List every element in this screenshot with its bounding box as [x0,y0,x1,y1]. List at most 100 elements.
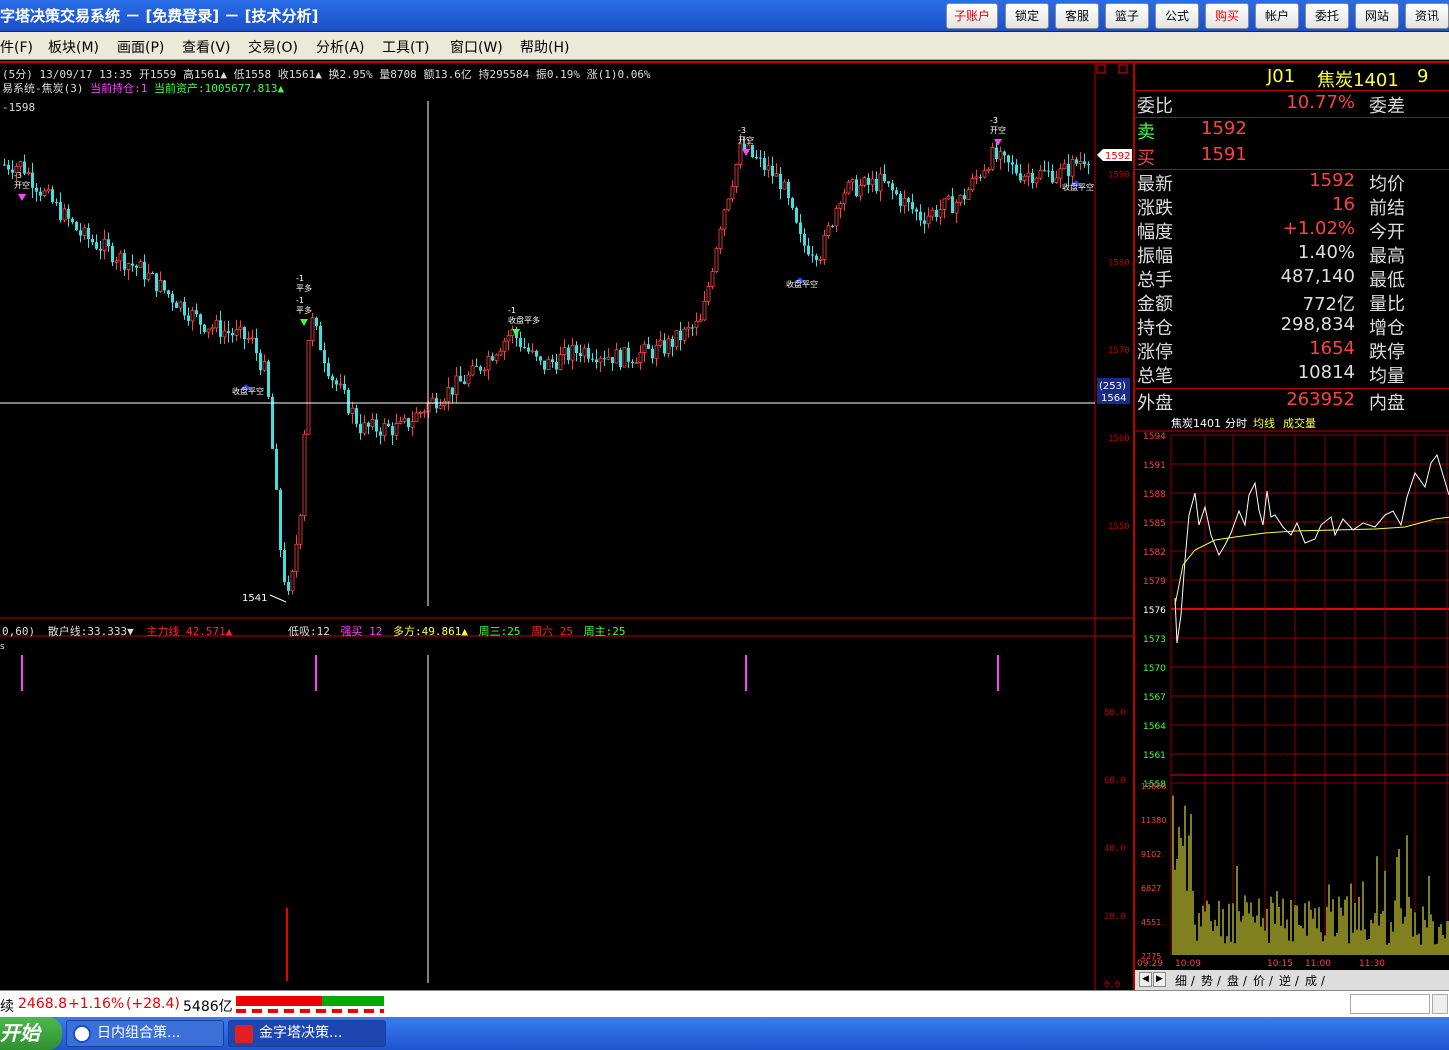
mini-tab-2[interactable]: 盘 / [1227,972,1247,989]
candle-body [1075,159,1078,164]
menu-item-7[interactable]: 窗口(W) [450,37,503,57]
ind-wed: 周三:25 [478,625,521,638]
mini-tab-4[interactable]: 逆 / [1279,972,1299,989]
ind-retail: 散户线:33.333▼ [47,625,134,638]
kline-chart[interactable]: 15901580157015601550(253)156415921541-3开… [0,63,1133,990]
candle-body [46,188,51,192]
quote-row-label-right: 均价 [1369,174,1405,195]
quote-row-label-right: 均量 [1369,366,1405,387]
candle-body [963,195,966,200]
toolbar-button-5[interactable]: 购买 [1205,3,1249,29]
toolbar-button-8[interactable]: 网站 [1355,3,1399,29]
menu-item-6[interactable]: 工具(T) [382,37,429,57]
toolbar-button-6[interactable]: 帐户 [1255,3,1299,29]
quote-row-label: 总笔 [1137,366,1173,387]
candle-body [834,207,839,227]
menu-item-8[interactable]: 帮助(H) [520,37,569,57]
toolbar-button-9[interactable]: 资讯 [1405,3,1449,29]
quote-row-label: 外盘 [1137,393,1173,414]
candle-body [1015,164,1018,174]
candle-body [1054,177,1059,183]
toolbar-button-7[interactable]: 委托 [1305,3,1349,29]
ind-fri: 周六 25 [531,625,573,638]
candle-body [642,343,647,353]
candle-body [1043,170,1046,172]
mini-tab-1[interactable]: 势 / [1201,972,1221,989]
candle-body [998,151,1003,160]
toolbar-button-2[interactable]: 客服 [1055,3,1099,29]
restore-icon [1118,64,1128,74]
quote-row-value: 1592 [1309,170,1355,191]
scroll-left-icon[interactable]: ◀ [1139,972,1152,987]
menu-item-5[interactable]: 分析(A) [316,37,365,57]
candle-body [990,147,995,170]
quote-row-value: 16 [1332,194,1355,215]
price-axis-label: 1570 [1108,346,1130,356]
mini-tab-3[interactable]: 价 / [1253,972,1273,989]
candle-body [246,337,251,340]
start-button[interactable]: 开始 [0,1017,62,1050]
candle-body [686,327,691,330]
menu-item-2[interactable]: 画面(P) [117,37,164,57]
price-axis-label: 1580 [1108,258,1130,268]
signal-qty: -1 [296,274,304,283]
candle-body [55,202,58,204]
indicator-corner: s [0,642,5,652]
toolbar-button-0[interactable]: 子账户 [946,3,998,29]
system-info-line: 易系统-焦炭(3) 当前持仓:1 当前资产:1005677.813▲ [2,80,284,96]
candle-body [631,361,634,363]
toolbar-button-1[interactable]: 锁定 [1005,3,1049,29]
mini-price-tick: 1576 [1143,606,1166,616]
index-value: 2468.8 [18,996,67,1012]
kline-chart-panel[interactable]: 1590 1580 1570 1560 1550 (253) 1564 1592 1541 -3 开… [0,61,1133,990]
contract-name: 焦炭1401 [1317,70,1399,91]
candle-body [382,423,387,437]
mini-price-tick: 1564 [1143,722,1166,732]
menu-item-1[interactable]: 板块(M) [48,37,99,57]
task-item-strategy[interactable]: 日内组合策... [66,1020,224,1047]
candle-body [271,396,274,449]
quote-row-value: +1.02% [1282,218,1355,239]
candle-body [262,361,267,371]
position-label: 当前持仓:1 [90,82,148,95]
candle-body [791,198,794,208]
intraday-chart[interactable]: 焦炭1401 分时 均线 成交量 1594 1591 1588 1585 1582 1579 157… [1135,415,1449,970]
quote-row-label: 最新 [1137,174,1173,195]
ratio-dash [236,1009,384,1013]
mini-tab-0[interactable]: 细 / [1175,972,1195,989]
candle-body [555,362,558,370]
signal-label: 收盘平多 [508,315,540,325]
candle-body [259,353,262,371]
mini-tab-5[interactable]: 成 / [1305,972,1325,989]
candle-body [143,261,146,280]
candle-body [111,245,114,263]
toolbar-button-4[interactable]: 公式 [1155,3,1199,29]
quote-row-label: 持仓 [1137,318,1173,339]
app-s-icon [73,1025,91,1043]
task-item-pyramid[interactable]: 金字塔决策... [228,1020,386,1047]
candle-body [23,161,26,174]
toolbar-button-3[interactable]: 篮子 [1105,3,1149,29]
ind-low-buy: 低吸:12 [288,625,330,638]
status-button[interactable] [1432,994,1448,1014]
quote-row-value: 10814 [1297,362,1355,383]
candle-body [155,273,158,292]
menu-item-0[interactable]: 件(F) [0,37,33,57]
candle-body [738,143,743,165]
menu-item-4[interactable]: 交易(O) [248,37,298,57]
candle-body [402,417,407,422]
menu-item-3[interactable]: 查看(V) [182,37,231,57]
candle-body [338,383,343,386]
candle-body [238,326,243,330]
candle-body [551,359,554,363]
candle-body [907,198,910,203]
candle-body [579,353,582,357]
scroll-right-icon[interactable]: ▶ [1153,972,1166,987]
low-marker-line [269,594,287,603]
mini-vol-tick: 4551 [1141,918,1161,927]
status-bar: 续 2468.8 +1.16% (+28.4) 5486亿 [0,990,1449,1017]
candle-body [279,489,282,551]
candle-body [231,333,234,336]
mini-vol-tick: 11380 [1141,816,1166,825]
ind-prefix: 0,60) [2,625,36,638]
